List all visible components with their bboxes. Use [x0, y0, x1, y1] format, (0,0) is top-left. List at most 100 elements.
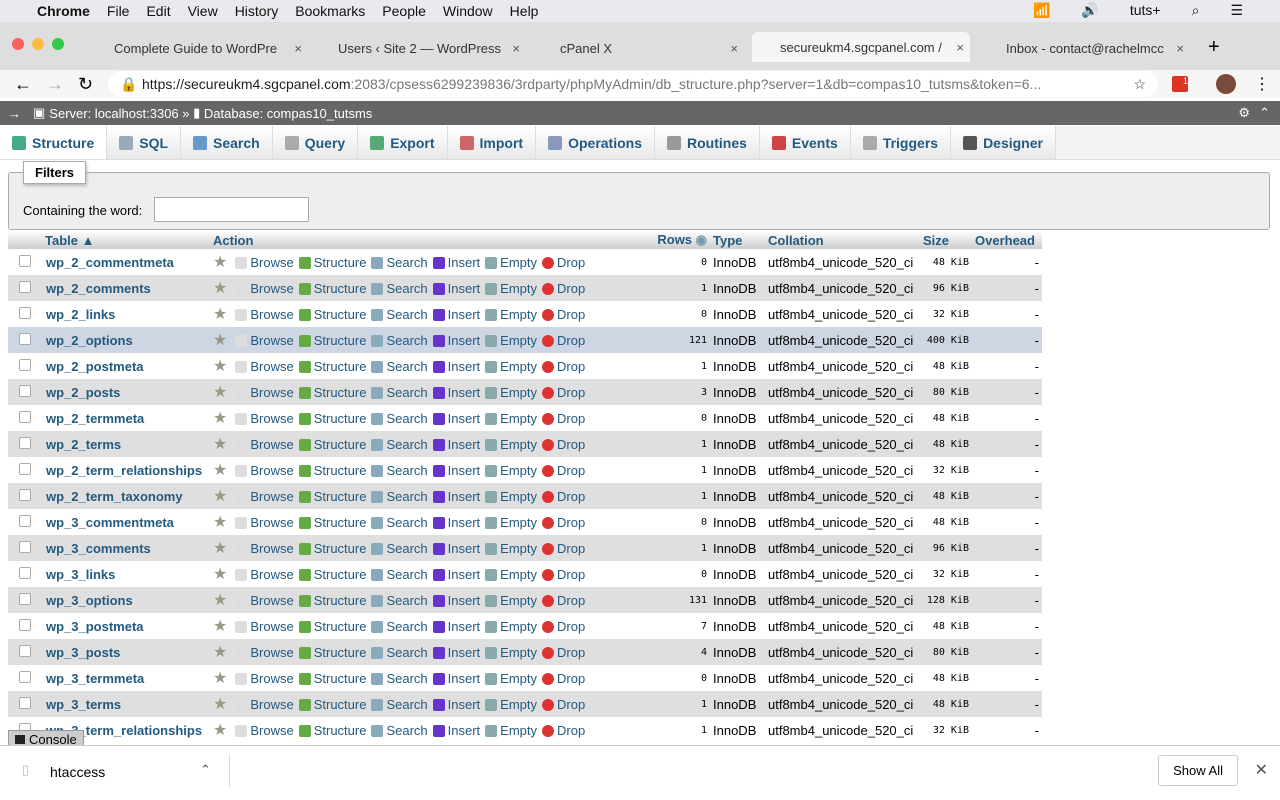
action-browse[interactable]: Browse	[235, 515, 294, 530]
favorite-star-icon[interactable]: ★	[213, 644, 227, 661]
action-browse[interactable]: Browse	[235, 437, 294, 452]
table-name-link[interactable]: wp_2_terms	[42, 431, 210, 457]
tab-sql[interactable]: SQL	[107, 126, 182, 159]
table-name-link[interactable]: wp_2_options	[42, 327, 210, 353]
menu-help[interactable]: Help	[510, 3, 539, 19]
action-search[interactable]: Search	[371, 723, 428, 738]
show-all-button[interactable]: Show All	[1158, 755, 1238, 786]
action-structure[interactable]: Structure	[298, 437, 366, 452]
action-empty[interactable]: Empty	[485, 645, 537, 660]
tab-search[interactable]: Search	[181, 126, 273, 159]
action-insert[interactable]: Insert	[432, 593, 480, 608]
favorite-star-icon[interactable]: ★	[213, 410, 227, 427]
close-window-button[interactable]	[12, 38, 24, 50]
spotlight-icon[interactable]: ⌕	[1192, 2, 1200, 19]
action-insert[interactable]: Insert	[432, 411, 480, 426]
action-search[interactable]: Search	[371, 359, 428, 374]
favorite-star-icon[interactable]: ★	[213, 280, 227, 297]
action-structure[interactable]: Structure	[298, 255, 366, 270]
action-empty[interactable]: Empty	[485, 593, 537, 608]
table-name-link[interactable]: wp_2_termmeta	[42, 405, 210, 431]
action-structure[interactable]: Structure	[298, 489, 366, 504]
action-drop[interactable]: Drop	[542, 255, 585, 270]
table-name-link[interactable]: wp_3_commentmeta	[42, 509, 210, 535]
action-search[interactable]: Search	[371, 619, 428, 634]
download-item[interactable]: htaccess	[50, 764, 105, 780]
collapse-arrow-icon[interactable]: →	[8, 106, 21, 121]
action-drop[interactable]: Drop	[542, 411, 585, 426]
action-insert[interactable]: Insert	[432, 359, 480, 374]
close-tab-icon[interactable]: ×	[512, 41, 520, 56]
action-insert[interactable]: Insert	[432, 645, 480, 660]
action-search[interactable]: Search	[371, 281, 428, 296]
close-tab-icon[interactable]: ×	[294, 41, 302, 56]
action-drop[interactable]: Drop	[542, 723, 585, 738]
action-empty[interactable]: Empty	[485, 385, 537, 400]
action-drop[interactable]: Drop	[542, 619, 585, 634]
action-search[interactable]: Search	[371, 411, 428, 426]
action-browse[interactable]: Browse	[235, 463, 294, 478]
browser-tab[interactable]: Users ‹ Site 2 — WordPress ×	[310, 34, 526, 62]
action-insert[interactable]: Insert	[432, 255, 480, 270]
action-empty[interactable]: Empty	[485, 437, 537, 452]
action-browse[interactable]: Browse	[235, 255, 294, 270]
settings-gear-icon[interactable]: ⚙	[1238, 105, 1250, 121]
action-empty[interactable]: Empty	[485, 463, 537, 478]
action-structure[interactable]: Structure	[298, 307, 366, 322]
col-rows[interactable]: Rows ◉	[642, 231, 710, 249]
action-drop[interactable]: Drop	[542, 359, 585, 374]
action-drop[interactable]: Drop	[542, 333, 585, 348]
action-insert[interactable]: Insert	[432, 489, 480, 504]
table-name-link[interactable]: wp_3_comments	[42, 535, 210, 561]
favorite-star-icon[interactable]: ★	[213, 670, 227, 687]
row-checkbox[interactable]	[19, 280, 31, 293]
menu-view[interactable]: View	[188, 3, 218, 19]
action-drop[interactable]: Drop	[542, 307, 585, 322]
table-name-link[interactable]: wp_2_postmeta	[42, 353, 210, 379]
volume-icon[interactable]: 🔊	[1081, 2, 1098, 19]
action-browse[interactable]: Browse	[235, 307, 294, 322]
action-structure[interactable]: Structure	[298, 333, 366, 348]
action-empty[interactable]: Empty	[485, 541, 537, 556]
favorite-star-icon[interactable]: ★	[213, 592, 227, 609]
browser-tab[interactable]: Inbox - contact@rachelmcc ×	[978, 34, 1190, 62]
action-insert[interactable]: Insert	[432, 619, 480, 634]
close-tab-icon[interactable]: ×	[730, 41, 738, 56]
forward-icon[interactable]: →	[46, 74, 64, 95]
favorite-star-icon[interactable]: ★	[213, 358, 227, 375]
action-insert[interactable]: Insert	[432, 333, 480, 348]
minimize-window-button[interactable]	[32, 38, 44, 50]
action-drop[interactable]: Drop	[542, 645, 585, 660]
favorite-star-icon[interactable]: ★	[213, 254, 227, 271]
row-checkbox[interactable]	[19, 254, 31, 267]
bookmark-star-icon[interactable]: ☆	[1133, 76, 1146, 93]
action-empty[interactable]: Empty	[485, 411, 537, 426]
action-empty[interactable]: Empty	[485, 723, 537, 738]
action-browse[interactable]: Browse	[235, 359, 294, 374]
action-insert[interactable]: Insert	[432, 437, 480, 452]
tab-import[interactable]: Import	[447, 126, 537, 159]
action-empty[interactable]: Empty	[485, 333, 537, 348]
table-name-link[interactable]: wp_2_commentmeta	[42, 249, 210, 275]
row-checkbox[interactable]	[19, 436, 31, 449]
maximize-window-button[interactable]	[52, 38, 64, 50]
action-search[interactable]: Search	[371, 593, 428, 608]
action-search[interactable]: Search	[371, 697, 428, 712]
table-name-link[interactable]: wp_2_posts	[42, 379, 210, 405]
action-structure[interactable]: Structure	[298, 281, 366, 296]
action-empty[interactable]: Empty	[485, 697, 537, 712]
action-structure[interactable]: Structure	[298, 385, 366, 400]
action-insert[interactable]: Insert	[432, 385, 480, 400]
more-menu-icon[interactable]: ⋮	[1254, 74, 1270, 94]
action-drop[interactable]: Drop	[542, 385, 585, 400]
favorite-star-icon[interactable]: ★	[213, 306, 227, 323]
row-checkbox[interactable]	[19, 618, 31, 631]
col-table[interactable]: Table ▲	[42, 231, 210, 249]
back-icon[interactable]: ←	[14, 74, 32, 95]
new-tab-button[interactable]: +	[1208, 36, 1220, 59]
list-icon[interactable]: ☰	[1230, 2, 1243, 19]
row-checkbox[interactable]	[19, 644, 31, 657]
row-checkbox[interactable]	[19, 358, 31, 371]
menu-user[interactable]: tuts+	[1130, 2, 1161, 19]
browser-tab-active[interactable]: secureukm4.sgcpanel.com / ×	[752, 32, 970, 62]
